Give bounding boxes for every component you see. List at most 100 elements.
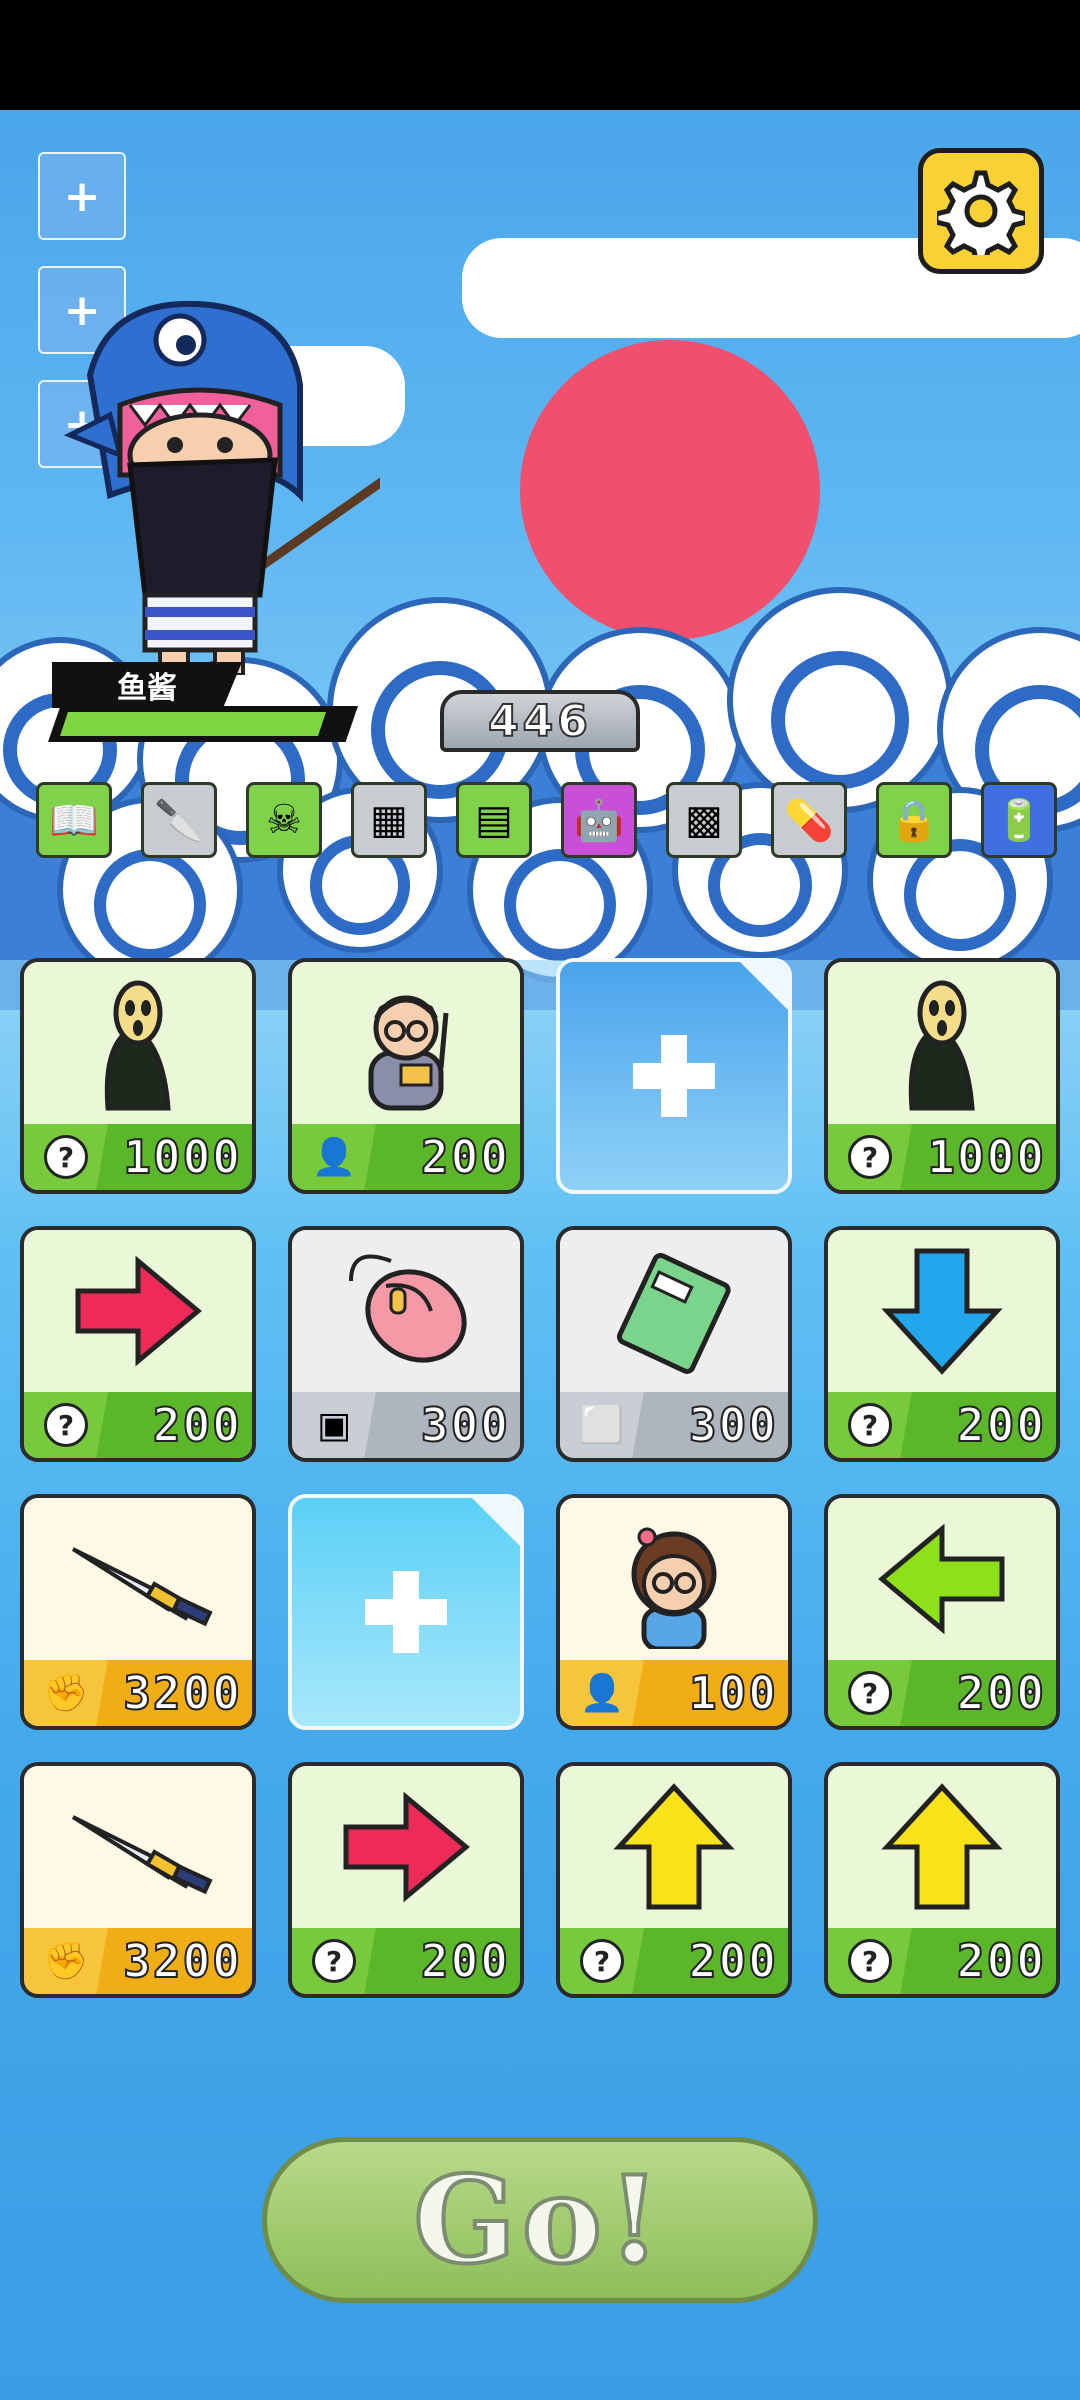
question-icon: ? [38, 1129, 94, 1185]
skill-card[interactable]: ▣ 300 [288, 1226, 524, 1462]
eraser-icon-glyph: ⬜ [579, 1405, 625, 1446]
inventory-item[interactable]: ▦ [351, 782, 427, 858]
question-icon: ? [574, 1933, 630, 1989]
skill-card[interactable]: ? 200 [288, 1762, 524, 1998]
go-button[interactable]: Go! [262, 2137, 818, 2303]
card-art [828, 1230, 1056, 1392]
card-cost: 3200 [122, 1933, 242, 1989]
card-cost: 300 [420, 1397, 510, 1453]
card-cost: 3200 [122, 1665, 242, 1721]
arrow-right-icon [75, 1255, 202, 1367]
inventory-bar: 📖 🔪 ☠ ▦ ▤ 🤖 ▩ 💊 🔒 🔋 [36, 782, 1066, 858]
skill-card[interactable]: ? 200 [824, 1494, 1060, 1730]
plus-icon [365, 1571, 447, 1653]
robot-icon: 🤖 [574, 797, 624, 844]
settings-button[interactable] [918, 148, 1044, 274]
battle-scene: + + + 鱼酱 446 📖 🔪 ☠ ▦ ▤ 🤖 ▩ 💊 🔒 🔋 ? 1000 … [0, 110, 1080, 2400]
green-notebook-icon: ▤ [475, 797, 513, 843]
inventory-item[interactable]: 🔪 [141, 782, 217, 858]
english-book-icon [616, 1252, 731, 1374]
inventory-item[interactable]: ▩ [666, 782, 742, 858]
card-art [292, 962, 520, 1124]
card-cost: 1000 [122, 1129, 242, 1185]
skill-card[interactable]: ? 1000 [824, 958, 1060, 1194]
card-corner-fold [468, 1498, 520, 1550]
card-art [24, 1498, 252, 1660]
card-art [292, 1230, 520, 1392]
card-cost: 200 [688, 1933, 778, 1989]
plus-icon [633, 1035, 715, 1117]
skill-card[interactable]: ? 200 [20, 1226, 256, 1462]
mouse-icon [349, 1254, 467, 1363]
question-mark: ? [44, 1135, 88, 1179]
skill-card[interactable]: ? 200 [824, 1762, 1060, 1998]
arrow-up-icon [613, 1783, 735, 1910]
person-icon-glyph: 👤 [579, 1673, 625, 1714]
card-corner-fold [736, 962, 788, 1014]
girl-student-icon [631, 1527, 717, 1649]
card-cost: 200 [956, 1397, 1046, 1453]
arrow-up-icon [881, 1783, 1003, 1910]
teacher-icon [368, 995, 449, 1111]
skill-card[interactable]: 👤 200 [288, 958, 524, 1194]
game-screen: + + + 鱼酱 446 📖 🔪 ☠ ▦ ▤ 🤖 ▩ 💊 🔒 🔋 ? 1000 … [0, 0, 1080, 2400]
skill-card[interactable]: ? 1000 [20, 958, 256, 1194]
question-icon: ? [842, 1933, 898, 1989]
card-cost-bar: ? 1000 [828, 1124, 1056, 1190]
skill-card[interactable]: ⬜ 300 [556, 1226, 792, 1462]
skill-card[interactable]: ✊ 3200 [20, 1494, 256, 1730]
pirate-skull-icon: ☠ [266, 797, 302, 843]
side-add-button[interactable]: + [38, 152, 126, 240]
fist-icon: ✊ [38, 1933, 94, 1989]
person-icon: 👤 [306, 1129, 362, 1185]
skill-card[interactable]: ? 200 [556, 1762, 792, 1998]
card-cost: 300 [688, 1397, 778, 1453]
card-cost: 200 [956, 1665, 1046, 1721]
card-cost-bar: ⬜ 300 [560, 1392, 788, 1458]
skill-card[interactable]: 👤 100 [556, 1494, 792, 1730]
question-icon: ? [842, 1129, 898, 1185]
card-art [292, 1766, 520, 1928]
arrow-right-icon [343, 1791, 470, 1903]
question-mark: ? [44, 1403, 88, 1447]
inventory-item[interactable]: 📖 [36, 782, 112, 858]
sword-icon [71, 1547, 213, 1627]
card-cost-bar: ✊ 3200 [24, 1928, 252, 1994]
shark-hood-character [63, 300, 380, 675]
inventory-item[interactable]: 🔒 [876, 782, 952, 858]
chip-icon: ▣ [306, 1397, 362, 1453]
player-status: 鱼酱 [40, 662, 370, 752]
eraser-icon: ⬜ [574, 1397, 630, 1453]
question-mark: ? [848, 1671, 892, 1715]
card-art [560, 1230, 788, 1392]
question-icon: ? [38, 1397, 94, 1453]
card-cost: 200 [152, 1397, 242, 1453]
question-icon: ? [842, 1665, 898, 1721]
question-mark: ? [848, 1939, 892, 1983]
inventory-item[interactable]: ☠ [246, 782, 322, 858]
pill-bottle-icon: 💊 [784, 797, 834, 844]
card-art [24, 1766, 252, 1928]
card-cost: 200 [956, 1933, 1046, 1989]
inventory-item[interactable]: 🤖 [561, 782, 637, 858]
skill-card[interactable]: ? 200 [824, 1226, 1060, 1462]
card-cost-bar: ? 200 [24, 1392, 252, 1458]
padlock-icon: 🔒 [889, 797, 939, 844]
inventory-item[interactable]: 🔋 [981, 782, 1057, 858]
inventory-item[interactable]: ▤ [456, 782, 532, 858]
gear-icon [937, 170, 1025, 255]
empty-card-slot[interactable] [556, 958, 792, 1194]
question-icon: ? [306, 1933, 362, 1989]
arrow-down-icon [881, 1248, 1003, 1375]
card-cost-bar: ✊ 3200 [24, 1660, 252, 1726]
card-art [828, 1766, 1056, 1928]
inventory-item[interactable]: 💊 [771, 782, 847, 858]
fist-icon: ✊ [38, 1665, 94, 1721]
card-cost-bar: ? 200 [292, 1928, 520, 1994]
person-icon: 👤 [574, 1665, 630, 1721]
empty-card-slot[interactable] [288, 1494, 524, 1730]
card-art [560, 1498, 788, 1660]
skill-card[interactable]: ✊ 3200 [20, 1762, 256, 1998]
fist-icon-glyph: ✊ [43, 1673, 89, 1714]
battery-icon: 🔋 [994, 797, 1044, 844]
